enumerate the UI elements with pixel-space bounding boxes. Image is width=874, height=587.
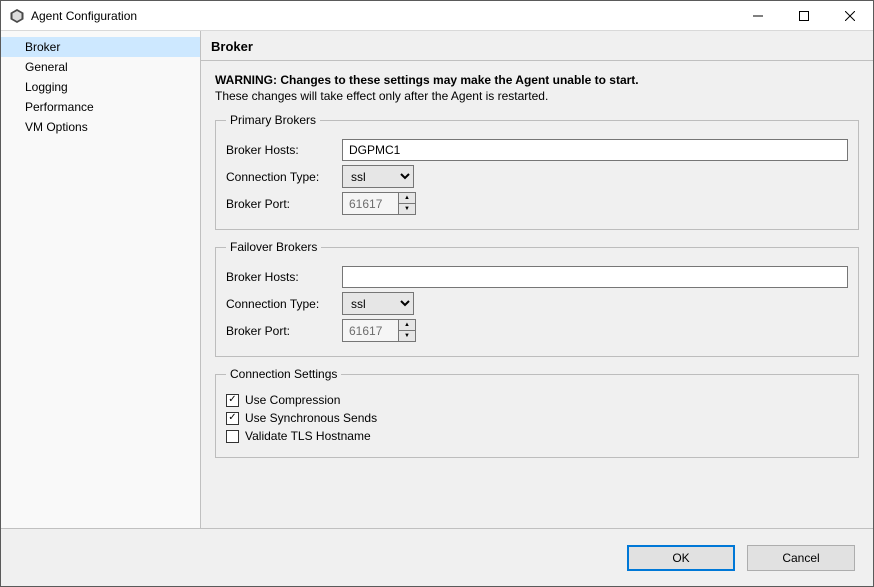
primary-hosts-label: Broker Hosts:: [226, 143, 338, 157]
failover-port-down[interactable]: ▼: [399, 330, 415, 341]
window-title: Agent Configuration: [31, 9, 735, 23]
compression-checkbox[interactable]: ✓: [226, 394, 239, 407]
sync-sends-checkbox[interactable]: ✓: [226, 412, 239, 425]
sidebar-item-logging[interactable]: Logging: [1, 77, 200, 97]
compression-label: Use Compression: [245, 393, 340, 407]
primary-conn-select[interactable]: ssl: [342, 165, 414, 188]
window-controls: [735, 1, 873, 30]
failover-port-up[interactable]: ▲: [399, 320, 415, 330]
dialog-button-row: OK Cancel: [1, 528, 873, 586]
validate-tls-checkbox[interactable]: [226, 430, 239, 443]
page-title: Broker: [201, 31, 873, 61]
sync-sends-label: Use Synchronous Sends: [245, 411, 377, 425]
warning-text: WARNING: Changes to these settings may m…: [215, 73, 859, 87]
failover-conn-label: Connection Type:: [226, 297, 338, 311]
failover-hosts-label: Broker Hosts:: [226, 270, 338, 284]
failover-port-label: Broker Port:: [226, 324, 338, 338]
failover-brokers-group: Failover Brokers Broker Hosts: Connectio…: [215, 240, 859, 357]
failover-port-input[interactable]: [342, 319, 398, 342]
primary-conn-label: Connection Type:: [226, 170, 338, 184]
sidebar-item-broker[interactable]: Broker: [1, 37, 200, 57]
close-button[interactable]: [827, 1, 873, 30]
connection-settings-legend: Connection Settings: [226, 367, 341, 381]
app-icon: [9, 8, 25, 24]
sidebar-item-general[interactable]: General: [1, 57, 200, 77]
sidebar-item-performance[interactable]: Performance: [1, 97, 200, 117]
ok-button[interactable]: OK: [627, 545, 735, 571]
failover-brokers-legend: Failover Brokers: [226, 240, 321, 254]
main-panel: Broker WARNING: Changes to these setting…: [201, 31, 873, 528]
sidebar-item-vm-options[interactable]: VM Options: [1, 117, 200, 137]
sidebar: Broker General Logging Performance VM Op…: [1, 31, 201, 528]
failover-hosts-input[interactable]: [342, 266, 848, 288]
primary-brokers-legend: Primary Brokers: [226, 113, 320, 127]
failover-conn-select[interactable]: ssl: [342, 292, 414, 315]
connection-settings-group: Connection Settings ✓ Use Compression ✓ …: [215, 367, 859, 458]
primary-port-label: Broker Port:: [226, 197, 338, 211]
cancel-button[interactable]: Cancel: [747, 545, 855, 571]
warning-subtext: These changes will take effect only afte…: [215, 89, 859, 103]
maximize-button[interactable]: [781, 1, 827, 30]
titlebar: Agent Configuration: [1, 1, 873, 31]
primary-hosts-input[interactable]: [342, 139, 848, 161]
primary-port-input[interactable]: [342, 192, 398, 215]
primary-port-down[interactable]: ▼: [399, 203, 415, 214]
primary-port-up[interactable]: ▲: [399, 193, 415, 203]
validate-tls-label: Validate TLS Hostname: [245, 429, 371, 443]
primary-brokers-group: Primary Brokers Broker Hosts: Connection…: [215, 113, 859, 230]
minimize-button[interactable]: [735, 1, 781, 30]
